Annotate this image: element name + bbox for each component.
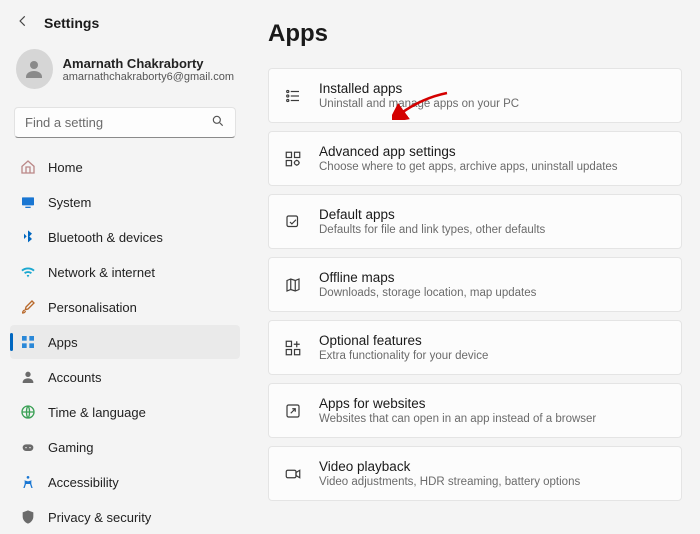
list-icon <box>283 86 303 106</box>
sidebar-item-network[interactable]: Network & internet <box>10 255 240 289</box>
card-video-playback[interactable]: Video playback Video adjustments, HDR st… <box>268 446 682 501</box>
brush-icon <box>20 299 36 315</box>
search-input[interactable] <box>25 115 211 130</box>
user-email: amarnathchakraborty6@gmail.com <box>63 71 234 83</box>
card-sub: Choose where to get apps, archive apps, … <box>319 161 618 173</box>
card-title: Installed apps <box>319 81 519 96</box>
sidebar-item-label: Gaming <box>48 440 94 455</box>
nav: Home System Bluetooth & devices Network … <box>10 150 240 534</box>
main: Apps Installed apps Uninstall and manage… <box>248 0 700 508</box>
card-title: Apps for websites <box>319 396 596 411</box>
bluetooth-icon <box>20 229 36 245</box>
sidebar-item-privacy[interactable]: Privacy & security <box>10 500 240 534</box>
card-title: Optional features <box>319 333 488 348</box>
card-title: Default apps <box>319 207 545 222</box>
profile-block[interactable]: Amarnath Chakraborty amarnathchakraborty… <box>10 43 240 103</box>
plus-grid-icon <box>283 338 303 358</box>
sidebar-item-system[interactable]: System <box>10 185 240 219</box>
apps-icon <box>20 334 36 350</box>
sidebar-item-accessibility[interactable]: Accessibility <box>10 465 240 499</box>
sidebar-item-label: Home <box>48 160 83 175</box>
sidebar-item-label: Apps <box>48 335 78 350</box>
system-icon <box>20 194 36 210</box>
sidebar-item-time[interactable]: Time & language <box>10 395 240 429</box>
card-apps-websites[interactable]: Apps for websites Websites that can open… <box>268 383 682 438</box>
card-title: Video playback <box>319 459 580 474</box>
sidebar-item-label: Personalisation <box>48 300 137 315</box>
sidebar: Settings Amarnath Chakraborty amarnathch… <box>0 0 248 508</box>
sidebar-item-personalisation[interactable]: Personalisation <box>10 290 240 324</box>
sidebar-item-label: Network & internet <box>48 265 155 280</box>
video-icon <box>283 464 303 484</box>
gear-grid-icon <box>283 149 303 169</box>
card-offline-maps[interactable]: Offline maps Downloads, storage location… <box>268 257 682 312</box>
sidebar-item-gaming[interactable]: Gaming <box>10 430 240 464</box>
card-sub: Extra functionality for your device <box>319 350 488 362</box>
settings-title: Settings <box>44 15 99 31</box>
sidebar-item-accounts[interactable]: Accounts <box>10 360 240 394</box>
sidebar-item-label: Time & language <box>48 405 146 420</box>
card-sub: Websites that can open in an app instead… <box>319 413 596 425</box>
gaming-icon <box>20 439 36 455</box>
card-sub: Downloads, storage location, map updates <box>319 287 536 299</box>
card-sub: Video adjustments, HDR streaming, batter… <box>319 476 580 488</box>
default-icon <box>283 212 303 232</box>
home-icon <box>20 159 36 175</box>
sidebar-item-label: Accessibility <box>48 475 119 490</box>
user-name: Amarnath Chakraborty <box>63 56 234 71</box>
sidebar-item-label: System <box>48 195 91 210</box>
card-title: Offline maps <box>319 270 536 285</box>
sidebar-item-label: Accounts <box>48 370 101 385</box>
map-icon <box>283 275 303 295</box>
page-title: Apps <box>268 20 682 48</box>
search-box[interactable] <box>14 107 236 138</box>
sidebar-item-bluetooth[interactable]: Bluetooth & devices <box>10 220 240 254</box>
person-icon <box>20 369 36 385</box>
avatar <box>16 49 53 89</box>
card-advanced-settings[interactable]: Advanced app settings Choose where to ge… <box>268 131 682 186</box>
card-default-apps[interactable]: Default apps Defaults for file and link … <box>268 194 682 249</box>
sidebar-item-apps[interactable]: Apps <box>10 325 240 359</box>
search-icon <box>211 114 225 131</box>
card-optional-features[interactable]: Optional features Extra functionality fo… <box>268 320 682 375</box>
wifi-icon <box>20 264 36 280</box>
header-row: Settings <box>10 10 240 43</box>
open-link-icon <box>283 401 303 421</box>
accessibility-icon <box>20 474 36 490</box>
card-title: Advanced app settings <box>319 144 618 159</box>
sidebar-item-label: Bluetooth & devices <box>48 230 163 245</box>
card-sub: Uninstall and manage apps on your PC <box>319 98 519 110</box>
shield-icon <box>20 509 36 525</box>
globe-icon <box>20 404 36 420</box>
card-installed-apps[interactable]: Installed apps Uninstall and manage apps… <box>268 68 682 123</box>
back-icon[interactable] <box>16 14 30 31</box>
card-sub: Defaults for file and link types, other … <box>319 224 545 236</box>
sidebar-item-label: Privacy & security <box>48 510 151 525</box>
sidebar-item-home[interactable]: Home <box>10 150 240 184</box>
